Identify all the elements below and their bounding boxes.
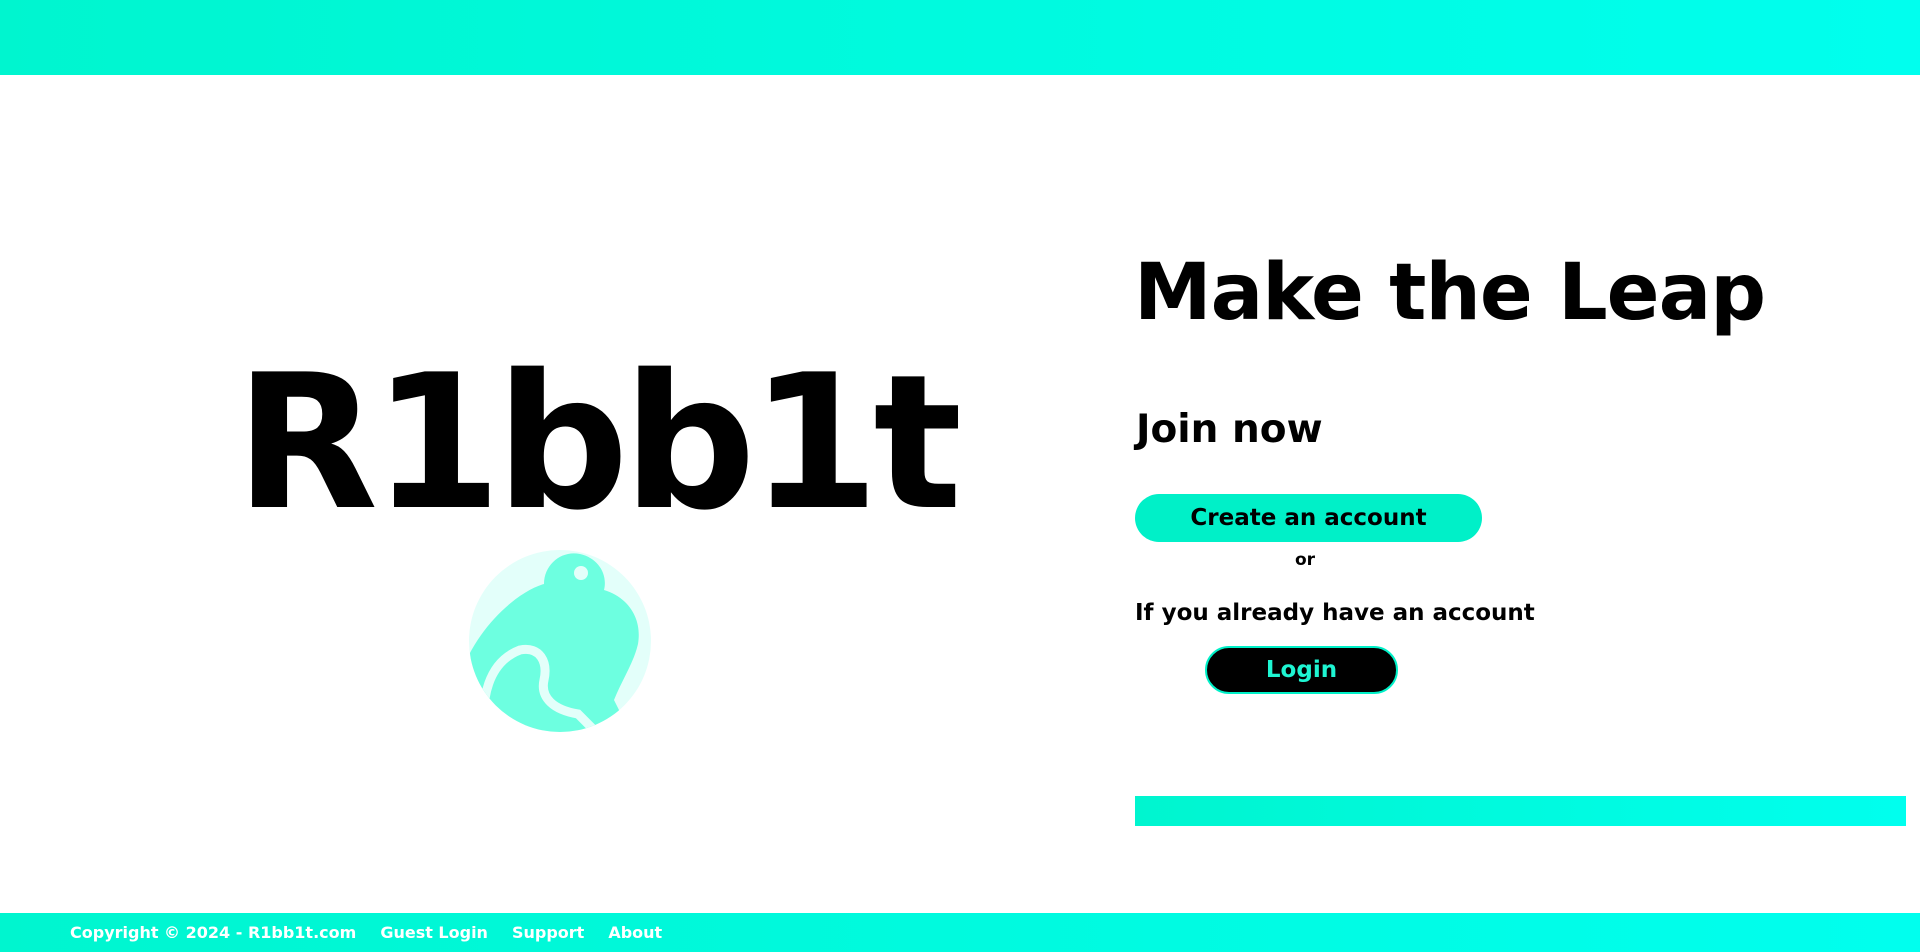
footer: Copyright © 2024 - R1bb1t.com Guest Logi… — [0, 913, 1920, 952]
join-heading: Join now — [1136, 407, 1323, 452]
brand-wordmark: R1bb1t — [235, 334, 962, 551]
footer-link-about[interactable]: About — [608, 923, 662, 942]
login-button[interactable]: Login — [1205, 646, 1398, 694]
copyright-text: Copyright © 2024 - R1bb1t.com — [70, 923, 357, 942]
frog-icon — [462, 550, 658, 732]
create-account-button[interactable]: Create an account — [1135, 494, 1482, 542]
footer-link-support[interactable]: Support — [512, 923, 584, 942]
or-separator: or — [1294, 550, 1316, 570]
page-headline: Make the Leap — [1134, 248, 1766, 338]
existing-account-label: If you already have an account — [1135, 600, 1535, 626]
top-banner — [0, 0, 1920, 75]
accent-bar — [1135, 796, 1906, 826]
footer-link-guest-login[interactable]: Guest Login — [380, 923, 488, 942]
